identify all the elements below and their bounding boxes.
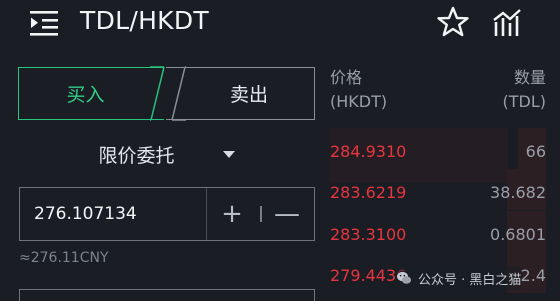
qty-header-label: 数量 <box>513 68 546 87</box>
amount-field[interactable] <box>19 289 315 301</box>
ask-quantity: 0.6801 <box>490 225 546 244</box>
qty-header-unit: (TDL) <box>502 92 547 111</box>
watermark: 公众号 · 黑白之猫 <box>396 266 522 290</box>
price-header-label: 价格 <box>330 68 363 87</box>
ask-quantity: 38.682 <box>490 183 546 202</box>
ask-quantity: 2.4 <box>520 266 546 285</box>
bar-chart-icon[interactable] <box>492 8 524 38</box>
price-field: + — <box>19 187 315 241</box>
ask-price[interactable]: 283.6219 <box>330 183 406 202</box>
increase-price-button[interactable]: + <box>216 188 248 240</box>
watermark-text: 公众号 · 黑白之猫 <box>418 272 522 288</box>
order-type-select[interactable]: 限价委托 <box>18 138 315 170</box>
tab-buy-label: 买入 <box>66 84 105 106</box>
star-outline-icon[interactable] <box>436 5 470 39</box>
ask-price[interactable]: 279.4436 <box>330 266 406 285</box>
list-indent-icon[interactable] <box>30 9 60 37</box>
qty-column-header: 数量 (TDL) <box>503 66 547 114</box>
tab-divider <box>150 66 186 121</box>
tab-sell[interactable]: 卖出 <box>166 67 315 120</box>
order-type-label: 限价委托 <box>98 144 175 167</box>
divider <box>206 188 207 240</box>
ask-price[interactable]: 283.3100 <box>330 225 406 244</box>
header: TDL/HKDT <box>0 0 560 50</box>
approx-cny-value: ≈276.11CNY <box>19 250 109 266</box>
ask-quantity: 66 <box>525 142 546 161</box>
tab-sell-label: 卖出 <box>229 84 268 106</box>
divider <box>260 206 262 222</box>
tab-buy[interactable]: 买入 <box>18 67 164 120</box>
price-input[interactable] <box>34 202 204 226</box>
caret-down-icon <box>222 150 235 158</box>
wechat-icon <box>397 271 412 284</box>
page-title: TDL/HKDT <box>80 6 209 35</box>
price-column-header: 价格 (HKDT) <box>330 66 387 114</box>
decrease-price-button[interactable]: — <box>271 188 303 240</box>
ask-price[interactable]: 284.9310 <box>330 142 406 161</box>
price-header-unit: (HKDT) <box>330 92 388 111</box>
